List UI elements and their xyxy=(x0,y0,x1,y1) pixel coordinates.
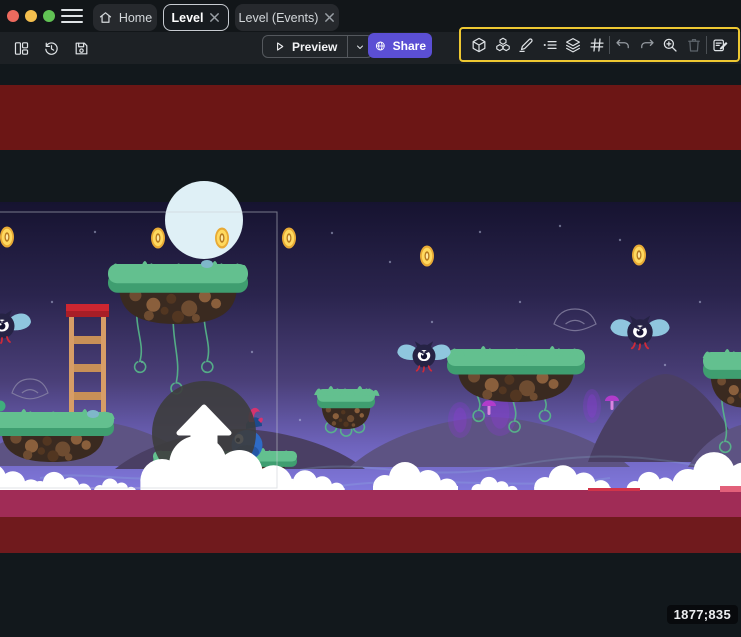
layers-button[interactable] xyxy=(562,34,584,56)
maximize-window-button[interactable] xyxy=(43,10,55,22)
coin[interactable] xyxy=(632,245,646,266)
ground-band-lower xyxy=(0,517,741,553)
zoom-in-button[interactable] xyxy=(659,34,681,56)
objects-3d-icon xyxy=(470,36,488,54)
hamburger-icon xyxy=(61,8,83,24)
draw-button[interactable] xyxy=(515,34,537,56)
grid-button[interactable] xyxy=(586,34,608,56)
main-menu-button[interactable] xyxy=(61,8,83,24)
play-icon xyxy=(273,40,286,53)
history-icon xyxy=(43,40,60,57)
tab-home[interactable]: Home xyxy=(93,4,157,31)
project-manager-button[interactable] xyxy=(11,38,32,59)
preview-button-group: Preview xyxy=(262,35,373,58)
ground-accent xyxy=(588,488,640,491)
divider xyxy=(609,36,610,54)
instances-list-button[interactable] xyxy=(539,34,561,56)
globe-icon xyxy=(374,39,387,53)
coin[interactable] xyxy=(282,228,296,249)
coin[interactable] xyxy=(0,227,14,248)
draw-icon xyxy=(517,36,535,54)
divider xyxy=(706,36,707,54)
chevron-down-icon xyxy=(354,41,366,53)
redo-icon xyxy=(638,36,656,54)
coin[interactable] xyxy=(215,228,229,249)
gdevelop-window: Home Level Level (Events) xyxy=(0,0,741,637)
coin[interactable] xyxy=(151,228,165,249)
project-manager-icon xyxy=(13,40,30,57)
preview-label: Preview xyxy=(292,40,337,54)
close-tab-icon[interactable] xyxy=(209,12,220,23)
history-button[interactable] xyxy=(41,38,62,59)
tab-level[interactable]: Level xyxy=(163,4,229,31)
game-scene[interactable] xyxy=(0,64,741,637)
zoom-in-icon xyxy=(661,36,679,54)
ground-band xyxy=(0,490,741,517)
undo-icon xyxy=(614,36,632,54)
scene-editor-canvas[interactable]: 1877;835 xyxy=(0,64,741,637)
redo-button[interactable] xyxy=(636,34,658,56)
preview-button[interactable]: Preview xyxy=(263,36,347,57)
background-wall-top xyxy=(0,85,741,150)
scene-tools-highlight-box xyxy=(459,27,740,62)
glow-plant xyxy=(448,402,472,438)
layers-icon xyxy=(564,36,582,54)
minimize-window-button[interactable] xyxy=(25,10,37,22)
close-window-button[interactable] xyxy=(7,10,19,22)
undo-button[interactable] xyxy=(612,34,634,56)
home-icon xyxy=(98,10,113,25)
objects-3d-button[interactable] xyxy=(468,34,490,56)
objects-button[interactable] xyxy=(492,34,514,56)
moon[interactable] xyxy=(165,181,243,259)
tab-label: Level (Events) xyxy=(239,11,319,25)
share-button[interactable]: Share xyxy=(368,33,432,58)
toolbar-left-group xyxy=(11,32,92,64)
tab-label: Home xyxy=(119,11,152,25)
edit-scene-button[interactable] xyxy=(709,34,731,56)
glow-plant xyxy=(583,389,601,423)
window-controls xyxy=(7,10,55,22)
ground-accent xyxy=(720,486,741,492)
stone xyxy=(87,410,99,418)
delete-button[interactable] xyxy=(683,34,705,56)
coin[interactable] xyxy=(420,246,434,267)
save-button[interactable] xyxy=(71,38,92,59)
objects-icon xyxy=(494,36,512,54)
share-label: Share xyxy=(393,39,426,53)
instances-list-icon xyxy=(541,36,559,54)
grid-icon xyxy=(588,36,606,54)
save-icon xyxy=(73,40,90,57)
tab-level-events[interactable]: Level (Events) xyxy=(235,4,339,31)
close-tab-icon[interactable] xyxy=(324,12,335,23)
tab-label: Level xyxy=(172,11,204,25)
cursor-coordinates-badge: 1877;835 xyxy=(667,605,738,624)
edit-scene-icon xyxy=(711,36,729,54)
delete-icon xyxy=(685,36,703,54)
stone xyxy=(201,260,213,268)
